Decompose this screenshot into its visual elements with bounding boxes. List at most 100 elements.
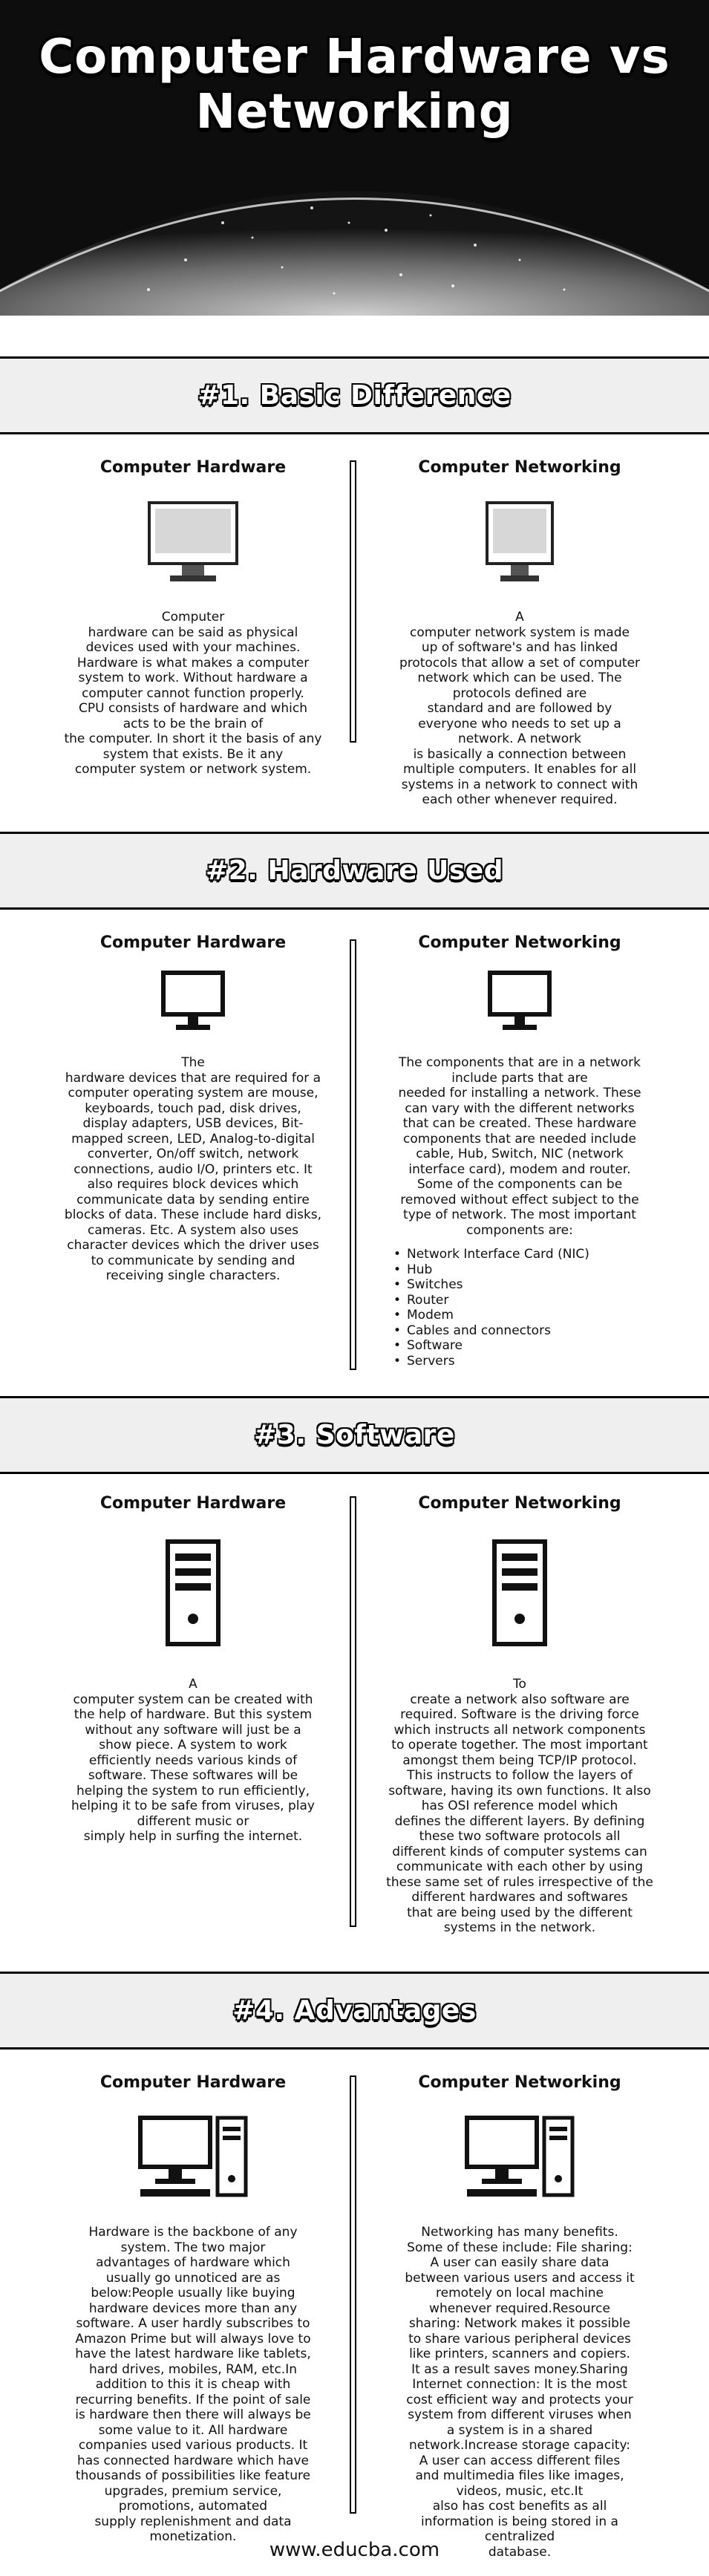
text-line: To xyxy=(513,1677,526,1692)
text-line: components are: xyxy=(466,1222,573,1238)
text-line: hardware can be said as physical xyxy=(88,625,298,640)
section-3-hardware-column: Computer Hardware Acomputer system can b… xyxy=(37,1493,349,1845)
text-line: Hardware is the backbone of any xyxy=(88,2225,298,2240)
network-components-list: Network Interface Card (NIC)HubSwitchesR… xyxy=(393,1247,676,1369)
text-line: can vary with the different networks xyxy=(405,1100,635,1116)
text-line: these same set of rules irrespective of … xyxy=(386,1874,653,1890)
text-line: needed for installing a network. These xyxy=(398,1086,641,1100)
section-4-networking-text: Networking has many benefits. Some of the… xyxy=(364,2225,676,2560)
desktop-computer-icon xyxy=(138,2116,248,2197)
section-3-column-divider xyxy=(350,1496,356,1927)
text-line: system that exists. Be it any xyxy=(102,746,284,762)
text-line: computer operating system are mouse, xyxy=(68,1086,318,1100)
text-line: type of network. The most important xyxy=(403,1207,636,1222)
text-line: software, having its own functions. It a… xyxy=(388,1783,651,1799)
text-line: sharing: Network makes it possible xyxy=(408,2316,631,2331)
section-3-heading: #3. Software xyxy=(254,1420,455,1450)
text-line: efficiently needs various kinds of xyxy=(88,1752,298,1768)
text-line: helping it to be safe from viruses, play xyxy=(71,1799,315,1813)
cpu-tower-icon xyxy=(492,1539,547,1646)
text-line: systems in a network to connect with xyxy=(401,777,638,792)
text-line: system from different viruses when xyxy=(408,2407,632,2422)
text-line: up of software's and has linked xyxy=(421,640,618,655)
monitor-icon xyxy=(488,971,552,1030)
cpu-tower-icon xyxy=(166,1539,220,1646)
text-line: upgrades, premium service, xyxy=(104,2483,282,2499)
section-1-column-divider xyxy=(350,460,356,743)
text-line: between various users and access it xyxy=(405,2270,635,2286)
text-line: simply help in surfing the internet. xyxy=(83,1829,303,1844)
footer-website-link[interactable]: www.educba.com xyxy=(269,2539,440,2561)
text-line: computer cannot function properly. xyxy=(82,685,304,701)
text-line: computer system or network system. xyxy=(74,762,312,777)
text-line: everyone who needs to set up a xyxy=(418,716,621,731)
text-line: remotely on local machine xyxy=(436,2286,604,2301)
text-line: different hardwares and softwares xyxy=(411,1890,628,1905)
text-line: which instructs all network components xyxy=(393,1722,646,1738)
text-line: below:People usually like buying xyxy=(91,2286,295,2301)
text-line: devices used with your machines. xyxy=(85,640,301,655)
text-line: Internet connection: It is the most xyxy=(412,2377,627,2392)
text-line: whenever required.Resource xyxy=(429,2301,610,2316)
text-line: the help of hardware. But this system xyxy=(73,1707,313,1722)
text-line: that are being used by the different xyxy=(407,1905,633,1920)
section-2-hardware-heading: Computer Hardware xyxy=(99,933,287,952)
text-line: removed without effect subject to the xyxy=(400,1192,639,1207)
text-line: connections, audio I/O, printers etc. It xyxy=(73,1161,313,1177)
text-line: components that are needed include xyxy=(403,1131,636,1147)
page-title-line-2: Networking xyxy=(195,85,514,140)
text-line: required. Software is the driving force xyxy=(400,1707,639,1722)
text-line: display adapters, USB devices, Bit- xyxy=(82,1116,304,1131)
text-line: Networking has many benefits. xyxy=(421,2225,618,2240)
text-line: is hardware then there will always be xyxy=(75,2407,311,2422)
text-line: blocks of data. These include hard disks… xyxy=(64,1207,322,1222)
section-1-hardware-column: Computer Hardware Computer hardware can b… xyxy=(37,457,349,777)
section-4-heading: #4. Advantages xyxy=(232,1995,477,2026)
text-line: A user can access different files xyxy=(419,2453,621,2468)
text-line: to operate together. The most important xyxy=(391,1738,648,1752)
text-line: to share various peripheral devices xyxy=(408,2331,631,2347)
section-2-column-divider xyxy=(350,939,356,1370)
text-line: has OSI reference model which xyxy=(421,1799,618,1813)
section-1-heading-band: #1. Basic Difference xyxy=(0,356,709,434)
text-line: promotions, automated xyxy=(118,2499,268,2514)
text-line: converter, On/off switch, network xyxy=(87,1147,299,1161)
text-line: include parts that are xyxy=(451,1070,588,1086)
text-line: Computer xyxy=(161,610,225,625)
list-item: Servers xyxy=(393,1354,676,1369)
text-line: companies used various products. It xyxy=(78,2438,308,2453)
text-line: communicate with each other by using xyxy=(396,1859,644,1874)
section-4-heading-band: #4. Advantages xyxy=(0,1972,709,2050)
section-2-networking-heading: Computer Networking xyxy=(418,933,621,952)
text-line: Amazon Prime but will always love to xyxy=(75,2331,311,2347)
text-line: Some of these include: File sharing: xyxy=(407,2240,633,2255)
text-line: The xyxy=(181,1055,205,1070)
text-line: mapped screen, LED, Analog-to-digital xyxy=(71,1131,315,1147)
text-line: CPU consists of hardware and which xyxy=(78,701,308,716)
section-1-hardware-heading: Computer Hardware xyxy=(99,458,287,477)
list-item: Software xyxy=(393,1338,676,1354)
text-line: The components that are in a network xyxy=(398,1055,641,1070)
text-line: different kinds of computer systems can xyxy=(392,1844,647,1859)
text-line: advantages of hardware which xyxy=(96,2255,290,2270)
text-line: receiving single characters. xyxy=(105,1268,281,1283)
monitor-icon xyxy=(486,501,554,581)
text-line: systems in the network. xyxy=(443,1920,596,1935)
text-line: cable, Hub, Switch, NIC (network xyxy=(416,1147,624,1161)
text-line: Some of the components can be xyxy=(416,1177,623,1192)
text-line: hardware devices that are required for a xyxy=(65,1070,321,1086)
text-line: has connected hardware which have xyxy=(77,2453,309,2468)
text-line: have the latest hardware like tablets, xyxy=(75,2347,311,2361)
text-line: and multimedia files like images, xyxy=(415,2468,624,2483)
text-line: interface card), modem and router. xyxy=(408,1161,631,1177)
text-line: addition to this it is cheap with xyxy=(95,2377,291,2392)
text-line: A xyxy=(189,1677,197,1692)
text-line: like printers, scanners and copiers. xyxy=(409,2347,630,2361)
text-line: Hardware is what makes a computer xyxy=(76,655,310,671)
text-line: keyboards, touch pad, disk drives, xyxy=(85,1100,301,1116)
desktop-computer-icon xyxy=(465,2116,575,2197)
list-item: Network Interface Card (NIC) xyxy=(393,1247,676,1262)
banner: Computer Hardware vs Networking xyxy=(0,0,709,316)
text-line: hard drives, mobiles, RAM, etc.In xyxy=(89,2361,297,2377)
text-line: is basically a connection between xyxy=(413,746,627,762)
